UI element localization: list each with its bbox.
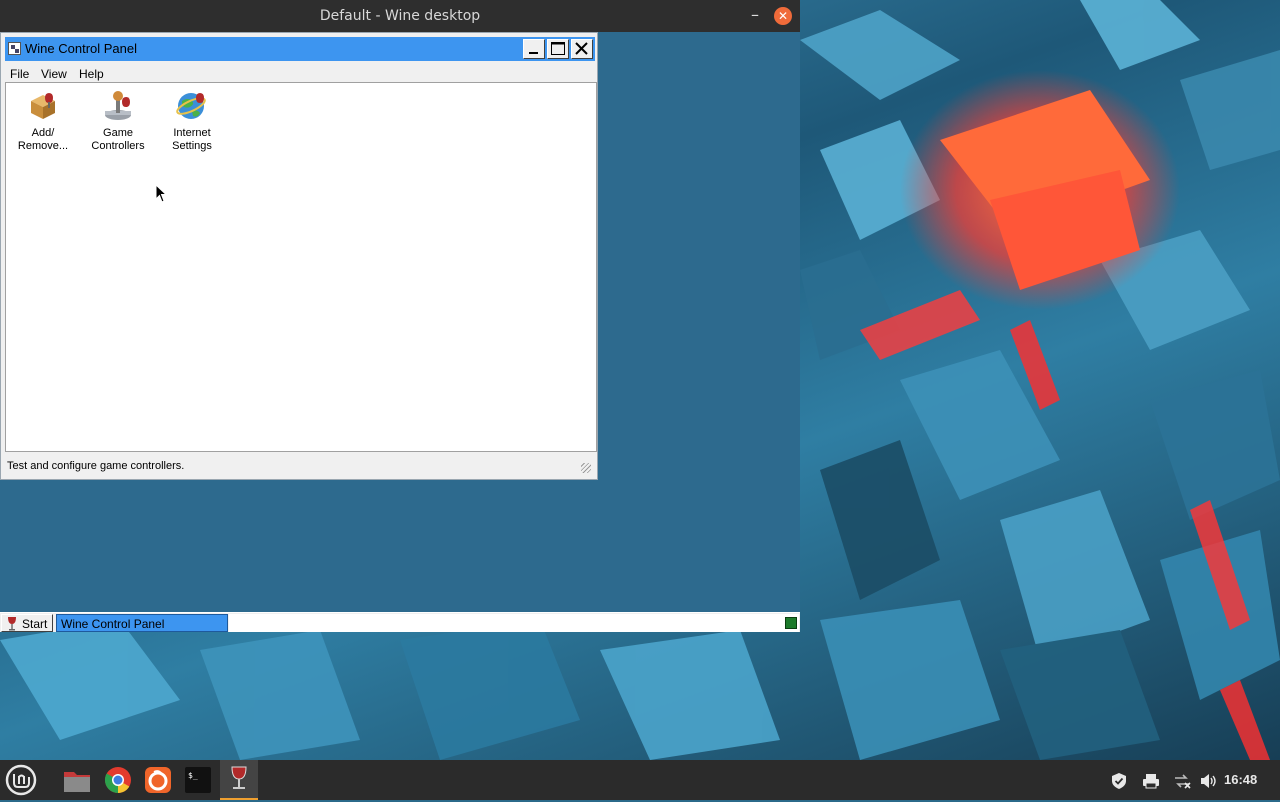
firefox-launcher[interactable] — [141, 764, 175, 796]
applet-label-line2: Remove... — [17, 140, 69, 152]
cp-close-button[interactable] — [571, 39, 593, 59]
svg-text:$_: $_ — [188, 771, 198, 780]
maximize-icon — [551, 42, 565, 55]
wine-taskbar-button[interactable] — [220, 760, 258, 800]
menu-help[interactable]: Help — [79, 67, 104, 81]
applet-list: Add/ Remove... Game Controllers Internet… — [5, 82, 597, 452]
terminal-launcher[interactable]: $_ — [181, 764, 215, 796]
applet-label-line1: Internet — [173, 127, 211, 139]
start-label: Start — [22, 617, 48, 631]
start-button[interactable]: Start — [1, 614, 53, 632]
chrome-icon — [104, 767, 131, 794]
network-icon[interactable] — [1173, 772, 1191, 790]
control-panel-window: Wine Control Panel File View Help Add/ R… — [0, 32, 598, 480]
mint-menu-button[interactable] — [4, 764, 38, 796]
terminal-icon: $_ — [185, 767, 211, 793]
applet-game-controllers[interactable]: Game Controllers — [83, 89, 153, 153]
menu-view[interactable]: View — [41, 67, 67, 81]
shield-icon[interactable] — [1110, 772, 1128, 790]
wine-taskbar-empty-area — [229, 614, 799, 632]
taskbar-item-control-panel[interactable]: Wine Control Panel — [56, 614, 228, 632]
resize-grip-icon[interactable] — [581, 463, 591, 473]
applet-label-line1: Add/ — [31, 127, 55, 139]
mouse-cursor-icon — [155, 184, 168, 203]
clock[interactable]: 16:48 — [1224, 772, 1257, 787]
files-launcher[interactable] — [60, 764, 94, 796]
mint-menu-icon — [5, 764, 37, 796]
status-text: Test and configure game controllers. — [7, 460, 185, 472]
printer-icon[interactable] — [1142, 772, 1160, 790]
applet-add-remove[interactable]: Add/ Remove... — [8, 89, 78, 153]
applet-internet-settings[interactable]: Internet Settings — [157, 89, 227, 153]
chrome-launcher[interactable] — [101, 764, 135, 796]
menu-file[interactable]: File — [10, 67, 29, 81]
system-panel: $_ 16:48 — [0, 760, 1280, 800]
applet-label-line2: Controllers — [91, 140, 145, 152]
close-icon — [575, 42, 588, 55]
tray-app-icon[interactable] — [785, 617, 797, 629]
control-panel-titlebar[interactable]: Wine Control Panel — [5, 37, 595, 61]
status-bar: Test and configure game controllers. — [3, 457, 593, 475]
close-button[interactable]: ✕ — [774, 7, 792, 25]
control-panel-icon[interactable] — [8, 42, 21, 55]
firefox-icon — [145, 767, 171, 793]
applet-label-line1: Game — [103, 127, 133, 139]
window-title: Default - Wine desktop — [319, 8, 481, 24]
add-remove-icon — [31, 93, 55, 119]
joystick-icon — [105, 91, 131, 120]
wine-icon — [231, 766, 247, 789]
control-panel-title: Wine Control Panel — [25, 41, 137, 56]
minimize-icon — [529, 52, 538, 54]
wine-taskbar: Start Wine Control Panel — [0, 612, 800, 632]
cp-minimize-button[interactable] — [523, 39, 545, 59]
internet-globe-icon — [176, 93, 206, 119]
files-icon — [64, 772, 90, 792]
wine-glass-icon — [8, 617, 16, 631]
cp-maximize-button[interactable] — [547, 39, 569, 59]
taskbar-item-label: Wine Control Panel — [61, 617, 165, 631]
wine-desktop-titlebar[interactable]: Default - Wine desktop – ✕ — [0, 0, 800, 32]
wine-desktop-window: Default - Wine desktop – ✕ Wine Control … — [0, 0, 800, 632]
applet-label-line2: Settings — [172, 140, 212, 152]
menu-bar: File View Help — [5, 65, 595, 83]
minimize-button[interactable]: – — [748, 6, 762, 24]
volume-icon[interactable] — [1199, 772, 1217, 790]
